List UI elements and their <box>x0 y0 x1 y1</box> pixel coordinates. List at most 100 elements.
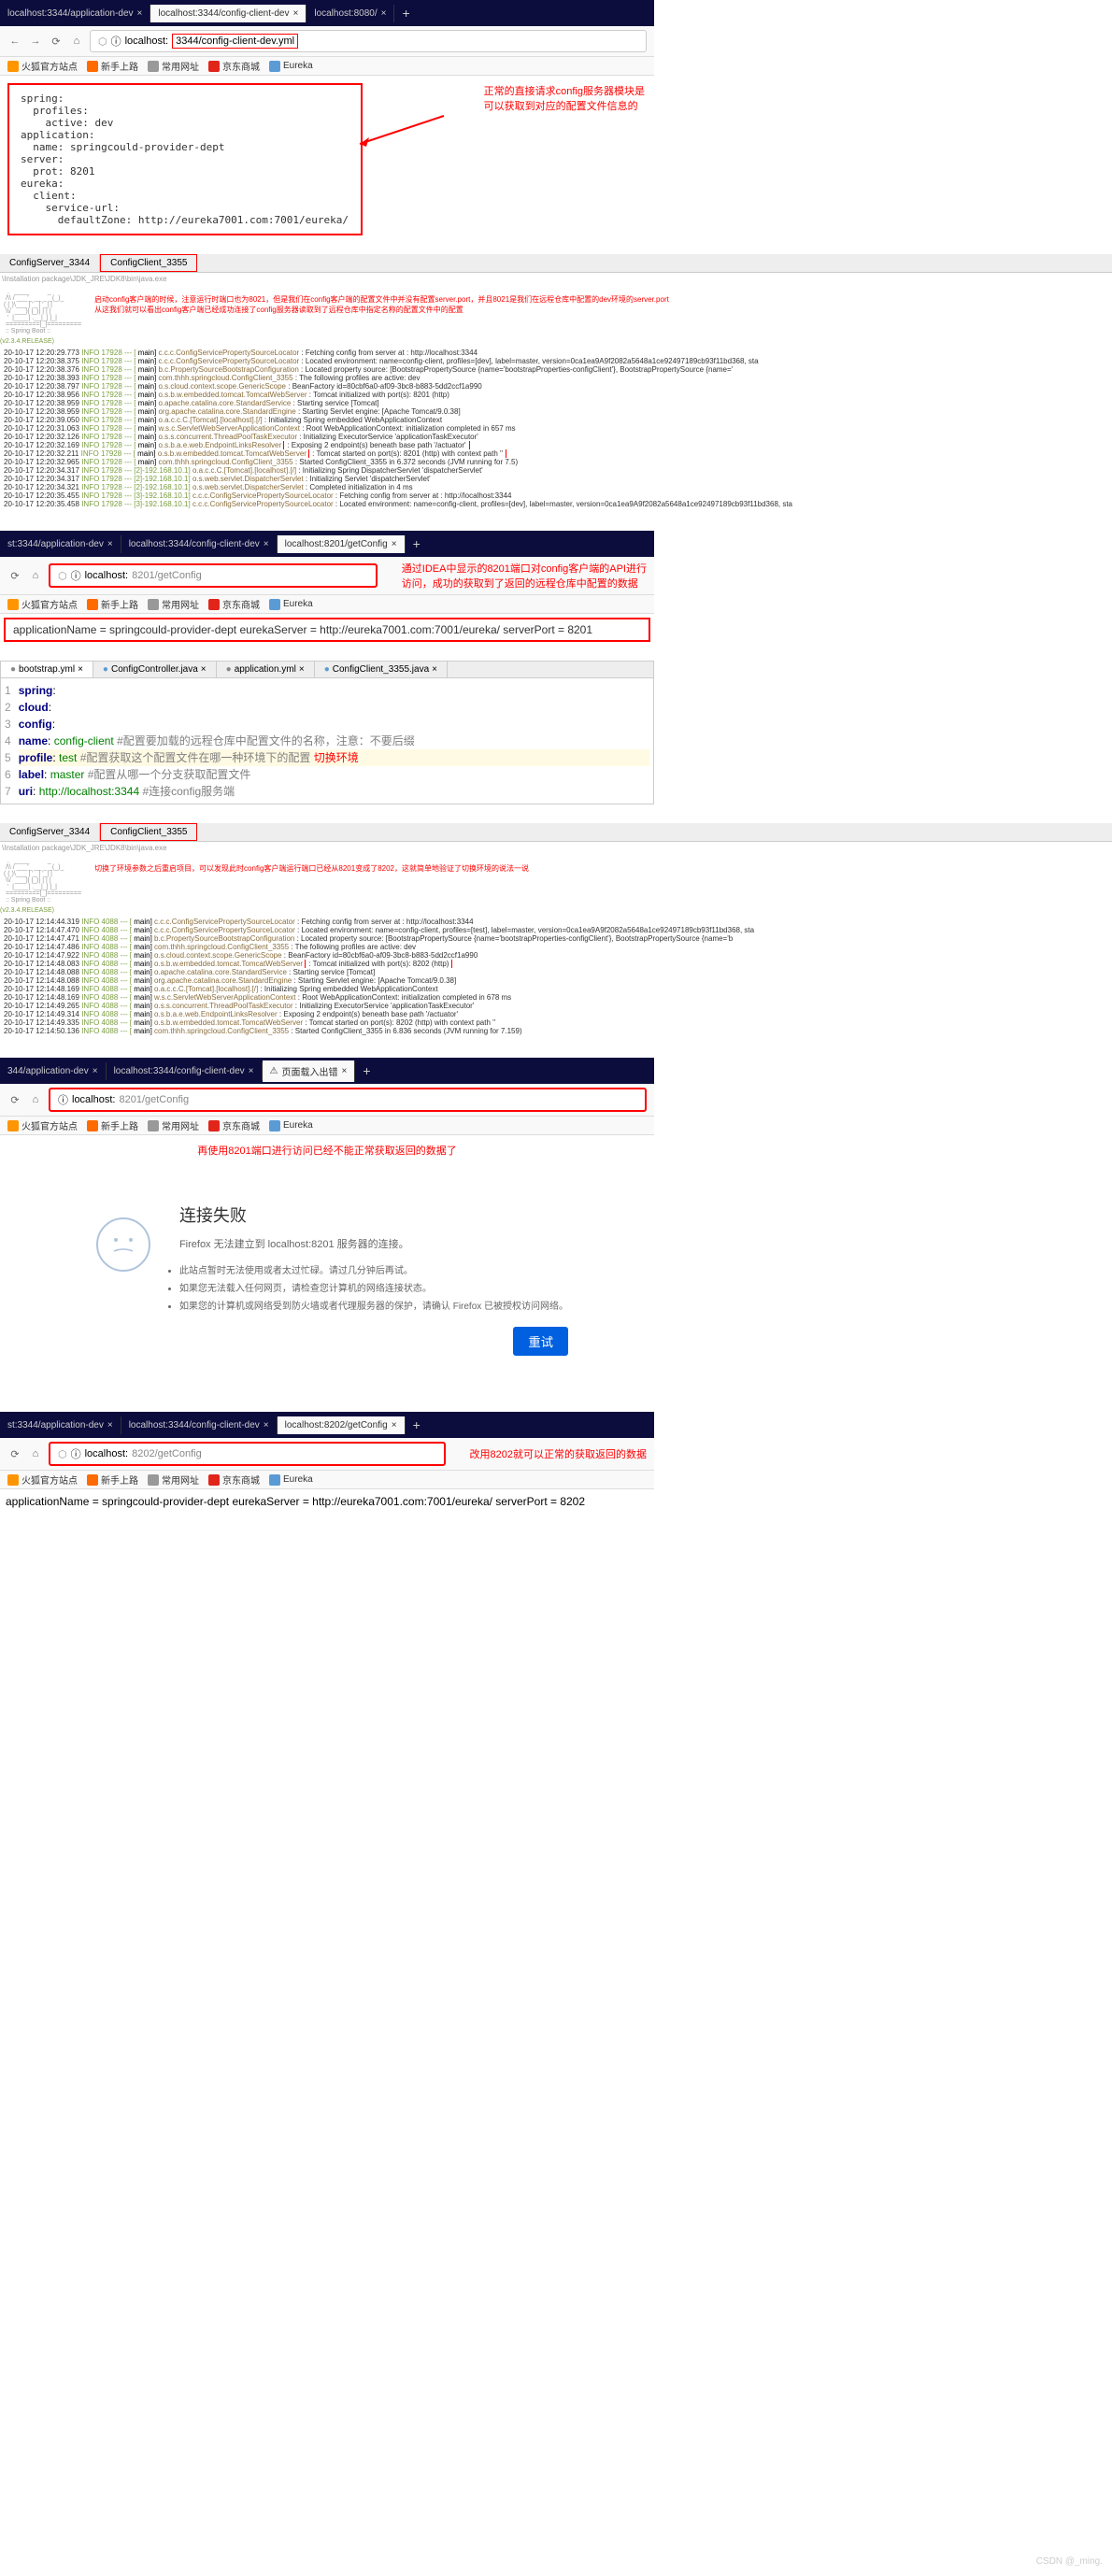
info-icon: ⓘ <box>71 1446 81 1461</box>
browser-tab[interactable]: 344/application-dev × <box>0 1062 107 1080</box>
bookmark-icon <box>208 1474 220 1486</box>
browser-tab[interactable]: st:3344/application-dev × <box>0 1416 121 1434</box>
bookmark-item[interactable]: 火狐官方站点 <box>7 59 78 73</box>
bookmark-item[interactable]: 京东商城 <box>208 59 260 73</box>
back-icon[interactable]: ← <box>7 34 22 49</box>
bookmark-item[interactable]: 新手上路 <box>87 59 138 73</box>
home-icon[interactable]: ⌂ <box>28 568 43 583</box>
log-line: 20-10-17 12:14:49.314 INFO 4088 --- [ ma… <box>4 1010 1108 1018</box>
bookmark-label: 常用网址 <box>162 1473 199 1487</box>
tab-label: bootstrap.yml <box>19 664 75 675</box>
editor-tab[interactable]: ● application.yml × <box>217 662 315 677</box>
reload-icon[interactable]: ⟳ <box>7 568 22 583</box>
close-icon[interactable]: × <box>381 8 387 19</box>
close-icon[interactable]: × <box>264 539 269 549</box>
home-icon[interactable]: ⌂ <box>69 34 84 49</box>
close-icon[interactable]: × <box>137 8 143 19</box>
close-icon[interactable]: × <box>93 1066 98 1076</box>
browser-tab[interactable]: localhost:3344/application-dev × <box>0 5 150 22</box>
close-icon[interactable]: × <box>107 1420 113 1430</box>
browser-tab[interactable]: st:3344/application-dev × <box>0 535 121 553</box>
browser-tab[interactable]: localhost:3344/config-client-dev × <box>121 535 278 553</box>
browser-tab[interactable]: ⚠ 页面载入出错 × <box>263 1060 356 1082</box>
close-icon[interactable]: × <box>292 8 298 19</box>
log-line: 20-10-17 12:20:34.317 INFO 17928 --- [2]… <box>4 475 1108 483</box>
close-icon[interactable]: × <box>341 1066 347 1076</box>
bookmark-item[interactable]: Eureka <box>269 599 313 610</box>
close-icon[interactable]: × <box>249 1066 254 1076</box>
error-suggestions: 此站点暂时无法使用或者太过忙碌。请过几分钟后再试。如果您无法载入任何网页，请检查… <box>179 1259 568 1316</box>
home-icon[interactable]: ⌂ <box>28 1092 43 1107</box>
bookmark-item[interactable]: 常用网址 <box>148 597 199 611</box>
log-line: 20-10-17 12:14:47.471 INFO 4088 --- [ ma… <box>4 934 1108 943</box>
url-bar[interactable]: ⬡ ⓘ localhost:8201/getConfig <box>49 563 378 588</box>
editor-tab[interactable]: ● ConfigController.java × <box>93 662 217 677</box>
bookmark-item[interactable]: 常用网址 <box>148 1118 199 1132</box>
close-icon[interactable]: × <box>107 539 113 549</box>
bookmark-item[interactable]: 火狐官方站点 <box>7 1473 78 1487</box>
log-line: 20-10-17 12:20:38.959 INFO 17928 --- [ m… <box>4 399 1108 407</box>
bookmark-item[interactable]: 常用网址 <box>148 59 199 73</box>
run-tab-server[interactable]: ConfigServer_3344 <box>0 254 100 272</box>
reload-icon[interactable]: ⟳ <box>7 1446 22 1461</box>
reload-icon[interactable]: ⟳ <box>7 1092 22 1107</box>
bookmark-item[interactable]: 火狐官方站点 <box>7 1118 78 1132</box>
bookmark-label: 火狐官方站点 <box>21 597 78 611</box>
url-bar[interactable]: ⬡ ⓘ localhost:3344/config-client-dev.yml <box>90 30 647 52</box>
bookmark-item[interactable]: 火狐官方站点 <box>7 597 78 611</box>
url-path: 8201/getConfig <box>119 1094 189 1105</box>
bookmark-item[interactable]: Eureka <box>269 1474 313 1486</box>
editor-tab[interactable]: ● ConfigClient_3355.java × <box>315 662 448 677</box>
tab-label: localhost:8201/getConfig <box>285 539 388 549</box>
bookmark-item[interactable]: 常用网址 <box>148 1473 199 1487</box>
bookmark-icon <box>148 1120 159 1131</box>
run-tab-server[interactable]: ConfigServer_3344 <box>0 823 100 841</box>
new-tab-button[interactable]: + <box>406 1417 428 1432</box>
log-line: 20-10-17 12:20:35.455 INFO 17928 --- [3]… <box>4 491 1108 500</box>
line-number: 3 <box>5 716 11 733</box>
bookmark-item[interactable]: 新手上路 <box>87 1473 138 1487</box>
bookmark-item[interactable]: 新手上路 <box>87 1118 138 1132</box>
browser-tab[interactable]: localhost:8202/getConfig × <box>278 1416 406 1434</box>
bookmark-item[interactable]: Eureka <box>269 61 313 72</box>
url-path: 8202/getConfig <box>132 1448 202 1459</box>
run-tab-client[interactable]: ConfigClient_3355 <box>100 823 197 841</box>
error-title: 连接失败 <box>179 1203 568 1227</box>
browser-tab[interactable]: localhost:3344/config-client-dev × <box>107 1062 263 1080</box>
editor-tab[interactable]: ● bootstrap.yml × <box>1 662 93 677</box>
retry-button[interactable]: 重试 <box>513 1327 568 1356</box>
browser-tabs: localhost:3344/application-dev ×localhos… <box>0 0 654 26</box>
bookmark-item[interactable]: 京东商城 <box>208 1118 260 1132</box>
bookmark-icon <box>87 1120 98 1131</box>
bookmark-item[interactable]: 新手上路 <box>87 597 138 611</box>
new-tab-button[interactable]: + <box>355 1063 378 1078</box>
browser-tab[interactable]: localhost:3344/config-client-dev × <box>121 1416 278 1434</box>
reload-icon[interactable]: ⟳ <box>49 34 64 49</box>
tab-label: st:3344/application-dev <box>7 1420 104 1430</box>
browser-tab[interactable]: localhost:3344/config-client-dev × <box>150 5 307 22</box>
code-line: config: <box>19 716 649 733</box>
browser-tab[interactable]: localhost:8080/ × <box>307 5 394 22</box>
url-bar[interactable]: ⓘ localhost:8201/getConfig <box>49 1088 647 1112</box>
new-tab-button[interactable]: + <box>406 536 428 551</box>
close-icon[interactable]: × <box>392 1420 397 1430</box>
url-bar[interactable]: ⬡ ⓘ localhost:8202/getConfig <box>49 1442 446 1466</box>
code-editor[interactable]: 1234567 spring: cloud: config: name: con… <box>1 678 653 804</box>
browser-tab[interactable]: localhost:8201/getConfig × <box>278 535 406 553</box>
home-icon[interactable]: ⌂ <box>28 1446 43 1461</box>
bookmark-item[interactable]: 京东商城 <box>208 597 260 611</box>
exec-path: \Installation package\JDK_JRE\JDK8\bin\j… <box>0 842 1112 854</box>
bookmark-item[interactable]: 京东商城 <box>208 1473 260 1487</box>
tab-label: localhost:3344/application-dev <box>7 8 134 19</box>
close-icon[interactable]: × <box>392 539 397 549</box>
tab-label: localhost:3344/config-client-dev <box>114 1066 245 1076</box>
shield-icon: ⬡ <box>98 36 107 48</box>
bookmark-label: 新手上路 <box>101 597 138 611</box>
close-icon[interactable]: × <box>264 1420 269 1430</box>
run-tab-client[interactable]: ConfigClient_3355 <box>100 254 197 272</box>
new-tab-button[interactable]: + <box>394 6 417 21</box>
bookmark-label: 新手上路 <box>101 1118 138 1132</box>
tab-label: 344/application-dev <box>7 1066 89 1076</box>
forward-icon[interactable]: → <box>28 34 43 49</box>
bookmark-item[interactable]: Eureka <box>269 1120 313 1131</box>
